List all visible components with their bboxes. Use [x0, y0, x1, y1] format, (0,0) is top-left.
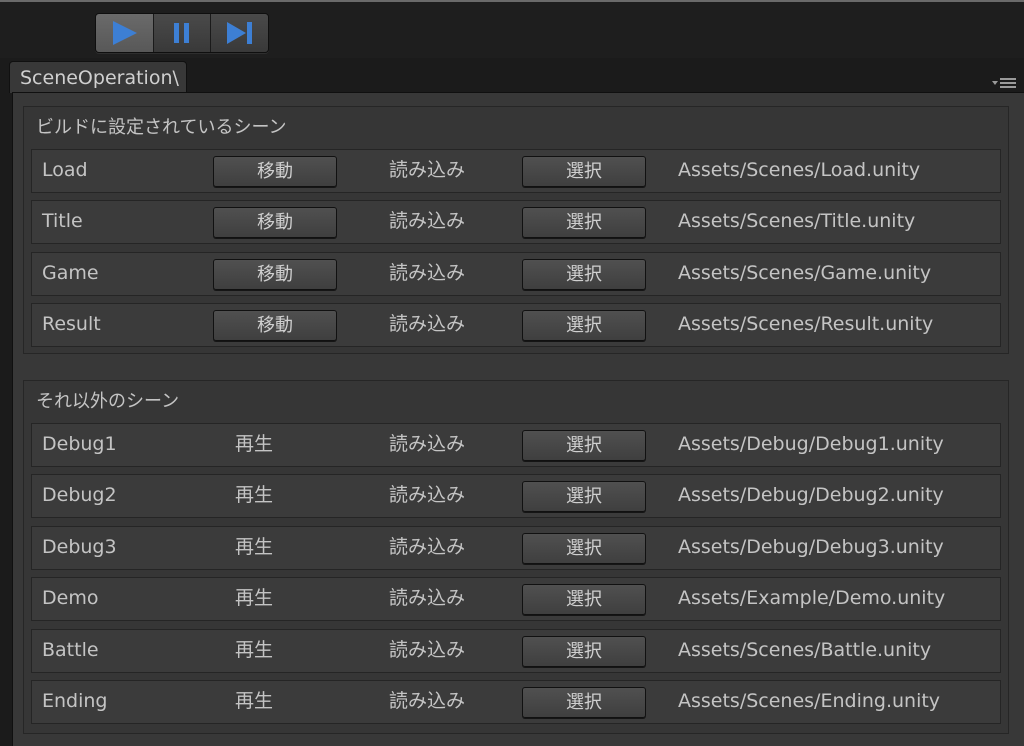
scene-row: Load 移動 読み込み 選択 Assets/Scenes/Load.unity: [31, 149, 1001, 193]
load-label[interactable]: 読み込み: [389, 578, 465, 620]
select-button[interactable]: 選択: [522, 584, 646, 615]
toolbar: [0, 2, 1024, 58]
scene-row: Game 移動 読み込み 選択 Assets/Scenes/Game.unity: [31, 252, 1001, 296]
scene-row: Title 移動 読み込み 選択 Assets/Scenes/Title.uni…: [31, 200, 1001, 244]
load-label[interactable]: 読み込み: [389, 630, 465, 672]
scene-name: Debug3: [42, 536, 117, 558]
scene-name: Load: [42, 159, 88, 181]
scene-name: Debug1: [42, 433, 117, 455]
select-button[interactable]: 選択: [522, 533, 646, 564]
load-label[interactable]: 読み込み: [389, 253, 465, 295]
scene-name: Game: [42, 262, 99, 284]
scene-path: Assets/Debug/Debug2.unity: [678, 484, 944, 506]
play-icon: [113, 21, 138, 45]
build-scenes-title: ビルドに設定されているシーン: [36, 117, 287, 138]
scene-row: Demo 再生 読み込み 選択 Assets/Example/Demo.unit…: [31, 577, 1001, 621]
select-button[interactable]: 選択: [522, 310, 646, 341]
select-button[interactable]: 選択: [522, 687, 646, 718]
play-label[interactable]: 再生: [235, 527, 273, 569]
scene-path: Assets/Scenes/Game.unity: [678, 262, 932, 284]
scene-path: Assets/Example/Demo.unity: [678, 587, 946, 609]
scene-name: Title: [42, 210, 83, 232]
other-scenes-group: それ以外のシーン Debug1 再生 読み込み 選択 Assets/Debug/…: [23, 380, 1009, 734]
select-button[interactable]: 選択: [522, 259, 646, 290]
move-button[interactable]: 移動: [213, 259, 337, 290]
scene-path: Assets/Scenes/Battle.unity: [678, 639, 932, 661]
play-label[interactable]: 再生: [235, 630, 273, 672]
pause-icon: [174, 23, 189, 43]
scene-row: Debug3 再生 読み込み 選択 Assets/Debug/Debug3.un…: [31, 526, 1001, 570]
play-label[interactable]: 再生: [235, 578, 273, 620]
scene-path: Assets/Scenes/Load.unity: [678, 159, 921, 181]
scene-path: Assets/Debug/Debug1.unity: [678, 433, 944, 455]
scene-path: Assets/Debug/Debug3.unity: [678, 536, 944, 558]
move-button[interactable]: 移動: [213, 156, 337, 187]
select-button[interactable]: 選択: [522, 430, 646, 461]
move-button[interactable]: 移動: [213, 310, 337, 341]
load-label[interactable]: 読み込み: [389, 527, 465, 569]
load-label[interactable]: 読み込み: [389, 424, 465, 466]
scene-name: Debug2: [42, 484, 117, 506]
play-label[interactable]: 再生: [235, 681, 273, 723]
step-button[interactable]: [211, 14, 268, 52]
other-scenes-title: それ以外のシーン: [36, 391, 180, 412]
scene-row: Battle 再生 読み込み 選択 Assets/Scenes/Battle.u…: [31, 629, 1001, 673]
scene-path: Assets/Scenes/Result.unity: [678, 313, 934, 335]
scene-row: Debug2 再生 読み込み 選択 Assets/Debug/Debug2.un…: [31, 474, 1001, 518]
scene-name: Battle: [42, 639, 99, 661]
tab-scene-operation[interactable]: SceneOperation\: [9, 61, 187, 93]
tab-strip: SceneOperation\: [0, 58, 1024, 94]
scene-name: Result: [42, 313, 101, 335]
scene-row: Debug1 再生 読み込み 選択 Assets/Debug/Debug1.un…: [31, 423, 1001, 467]
load-label[interactable]: 読み込み: [389, 150, 465, 192]
load-label[interactable]: 読み込み: [389, 475, 465, 517]
move-button[interactable]: 移動: [213, 207, 337, 238]
scene-name: Demo: [42, 587, 99, 609]
scene-operation-window: ビルドに設定されているシーン Load 移動 読み込み 選択 Assets/Sc…: [12, 92, 1024, 746]
select-button[interactable]: 選択: [522, 636, 646, 667]
play-label[interactable]: 再生: [235, 475, 273, 517]
load-label[interactable]: 読み込み: [389, 304, 465, 346]
select-button[interactable]: 選択: [522, 207, 646, 238]
play-button[interactable]: [96, 14, 154, 52]
select-button[interactable]: 選択: [522, 481, 646, 512]
scene-row: Ending 再生 読み込み 選択 Assets/Scenes/Ending.u…: [31, 680, 1001, 724]
scene-path: Assets/Scenes/Ending.unity: [678, 690, 941, 712]
window-menu-icon[interactable]: [992, 76, 1018, 90]
build-scenes-group: ビルドに設定されているシーン Load 移動 読み込み 選択 Assets/Sc…: [23, 106, 1009, 354]
load-label[interactable]: 読み込み: [389, 681, 465, 723]
play-label[interactable]: 再生: [235, 424, 273, 466]
select-button[interactable]: 選択: [522, 156, 646, 187]
play-controls: [95, 13, 269, 53]
scene-path: Assets/Scenes/Title.unity: [678, 210, 916, 232]
step-icon: [226, 22, 252, 44]
pause-button[interactable]: [153, 14, 212, 52]
load-label[interactable]: 読み込み: [389, 201, 465, 243]
scene-name: Ending: [42, 690, 108, 712]
scene-row: Result 移動 読み込み 選択 Assets/Scenes/Result.u…: [31, 303, 1001, 347]
tab-label: SceneOperation\: [20, 67, 179, 89]
